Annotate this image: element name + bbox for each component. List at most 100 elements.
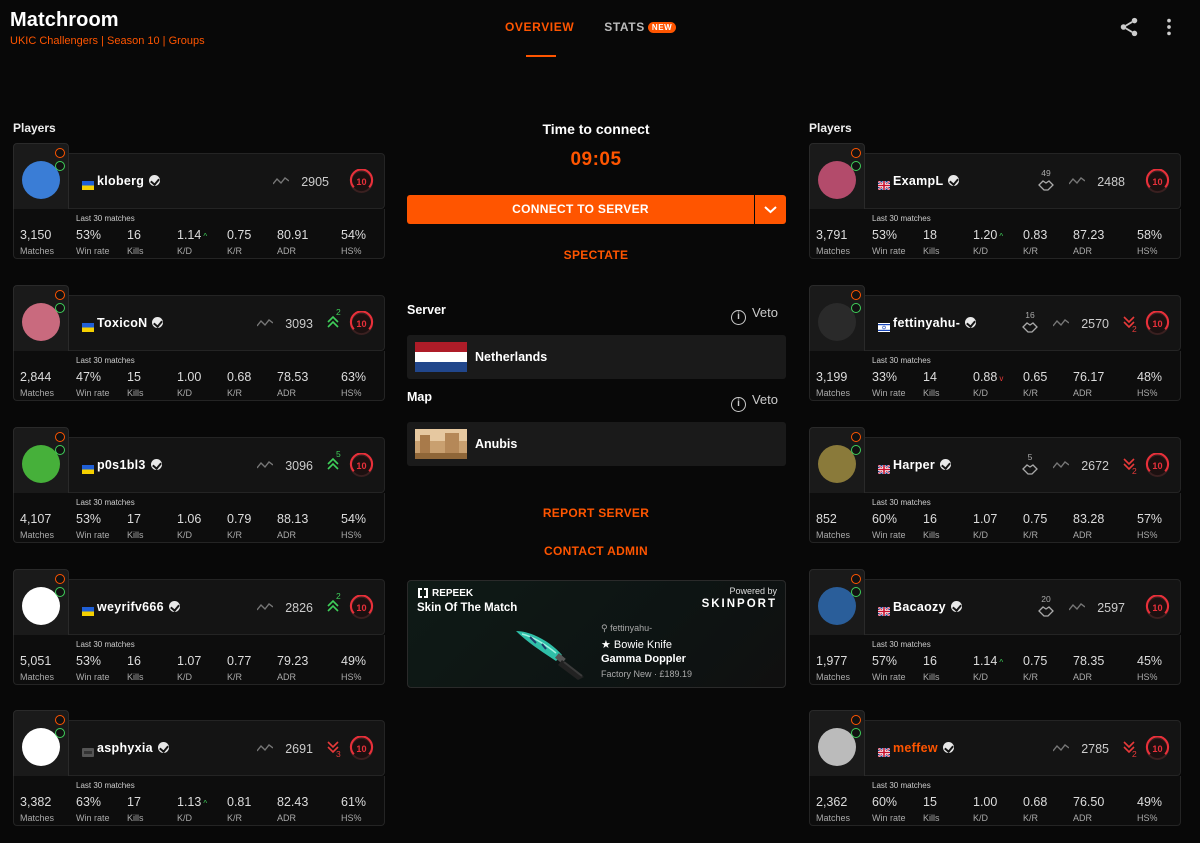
skin-of-the-match-card[interactable]: REPEEK Skin Of The Match Powered by SKIN… <box>407 580 786 688</box>
map-label: Map <box>407 390 432 404</box>
spectate-button[interactable]: SPECTATE <box>407 248 785 262</box>
stat-hs: 49% HS% <box>341 654 367 682</box>
player-card[interactable]: meffew 2 2785 10 Last 30 matches 2,362 Ma… <box>809 708 1181 826</box>
stat-matches: 3,199 Matches <box>816 370 851 398</box>
verified-icon <box>942 742 954 753</box>
tab-stats[interactable]: STATS NEW <box>604 20 677 58</box>
player-name[interactable]: p0s1bl3 <box>97 458 162 472</box>
player-name[interactable]: asphyxia <box>97 741 169 755</box>
stat-kd: 1.00 K/D <box>973 795 998 823</box>
player-summary[interactable]: ExampL 49 2488 10 <box>865 153 1181 209</box>
stat-winrate: 60% Win rate <box>872 512 906 540</box>
contact-admin-button[interactable]: CONTACT ADMIN <box>407 544 785 558</box>
elo-trend-icon <box>257 319 273 327</box>
server-box: Netherlands <box>407 335 786 379</box>
player-stats-panel: Last 30 matches 852 Matches 60% Win rate 1… <box>809 493 1181 543</box>
skill-level-icon: 10 <box>349 311 374 336</box>
handshake-icon <box>1022 322 1038 333</box>
share-icon[interactable] <box>1118 16 1140 38</box>
player-card[interactable]: weyrifv666 2 2826 10 Last 30 matches 5,0… <box>13 567 385 685</box>
left-team-label: Players <box>13 121 56 135</box>
elo-loss-indicator: 2 <box>1123 735 1137 759</box>
breadcrumb[interactable]: UKIC Challengers | Season 10 | Groups <box>10 35 205 47</box>
player-summary[interactable]: p0s1bl3 5 3096 10 <box>69 437 385 493</box>
promo-item-meta: Factory New · £189.19 <box>601 669 693 679</box>
last-30-label: Last 30 matches <box>76 214 135 223</box>
player-summary[interactable]: fettinyahu- 2 16 2570 10 <box>865 295 1181 351</box>
player-name[interactable]: ExampL <box>893 174 960 188</box>
country-flag-icon <box>82 461 94 474</box>
player-name[interactable]: weyrifv666 <box>97 600 180 614</box>
bowie-knife-icon <box>516 631 584 680</box>
stat-adr: 76.17 ADR <box>1073 370 1105 398</box>
svg-text:10: 10 <box>356 319 366 329</box>
more-vertical-icon[interactable] <box>1158 16 1180 38</box>
stat-kills: 16 Kills <box>127 654 144 682</box>
player-name[interactable]: meffew <box>893 741 954 755</box>
rank-badge-icon <box>55 574 65 584</box>
stat-kd: 1.13 ^ K/D <box>177 795 208 823</box>
player-name[interactable]: kloberg <box>97 174 161 188</box>
rank-badge-icon <box>851 290 861 300</box>
elo-value: 3093 <box>285 317 313 331</box>
player-stats-panel: Last 30 matches 3,382 Matches 63% Win rate… <box>13 776 385 826</box>
last-30-label: Last 30 matches <box>76 356 135 365</box>
connect-timer: 09:05 <box>570 149 622 170</box>
stat-kr: 0.83 K/R <box>1023 228 1048 256</box>
stat-hs: 49% HS% <box>1137 795 1163 823</box>
elo-gain-indicator: 5 <box>327 449 341 474</box>
player-stats-panel: Last 30 matches 5,051 Matches 53% Win rate… <box>13 635 385 685</box>
player-card[interactable]: ToxicoN 2 3093 10 Last 30 matches 2,844 M… <box>13 283 385 401</box>
elo-value: 2672 <box>1081 459 1109 473</box>
stat-kr: 0.75 K/R <box>1023 512 1048 540</box>
player-card[interactable]: fettinyahu- 2 16 2570 10 Last 30 matches … <box>809 283 1181 401</box>
last-30-label: Last 30 matches <box>872 356 931 365</box>
stat-hs: 57% HS% <box>1137 512 1163 540</box>
player-summary[interactable]: Harper 2 5 2672 10 <box>865 437 1181 493</box>
report-server-button[interactable]: REPORT SERVER <box>407 506 785 520</box>
country-flag-icon <box>82 744 94 757</box>
player-summary[interactable]: kloberg 2905 10 <box>69 153 385 209</box>
player-summary[interactable]: meffew 2 2785 10 <box>865 720 1181 776</box>
player-card[interactable]: ExampL 49 2488 10 Last 30 matches 3,791 M… <box>809 141 1181 259</box>
stat-kr: 0.68 K/R <box>227 370 252 398</box>
tab-overview[interactable]: OVERVIEW <box>505 20 574 58</box>
server-veto-button[interactable]: i Veto <box>730 305 778 325</box>
skill-level-icon: 10 <box>1145 595 1170 620</box>
stat-kd: 1.20 ^ K/D <box>973 228 1004 256</box>
player-card[interactable]: p0s1bl3 5 3096 10 Last 30 matches 4,107 M… <box>13 425 385 543</box>
rank-badge-icon <box>851 432 861 442</box>
player-summary[interactable]: ToxicoN 2 3093 10 <box>69 295 385 351</box>
map-veto-button[interactable]: i Veto <box>730 392 778 412</box>
anticheat-shield-icon <box>851 728 861 738</box>
stat-matches: 3,791 Matches <box>816 228 851 256</box>
stat-kd: 1.14 ^ K/D <box>177 228 208 256</box>
anticheat-shield-icon <box>851 303 861 313</box>
player-name[interactable]: Harper <box>893 458 952 472</box>
player-card[interactable]: kloberg 2905 10 Last 30 matches 3,150 Mat… <box>13 141 385 259</box>
stat-winrate: 53% Win rate <box>872 228 906 256</box>
player-summary[interactable]: Bacaozy 20 2597 10 <box>865 579 1181 635</box>
player-name[interactable]: Bacaozy <box>893 600 962 614</box>
svg-text:10: 10 <box>1152 177 1162 187</box>
connect-options-dropdown[interactable] <box>755 195 786 224</box>
stat-hs: 48% HS% <box>1137 370 1163 398</box>
player-stats-panel: Last 30 matches 2,362 Matches 60% Win rate… <box>809 776 1181 826</box>
player-stats-panel: Last 30 matches 4,107 Matches 53% Win rate… <box>13 493 385 543</box>
player-card[interactable]: Harper 2 5 2672 10 Last 30 matches 852 Mat… <box>809 425 1181 543</box>
player-card[interactable]: asphyxia 3 2691 10 Last 30 matches 3,382… <box>13 708 385 826</box>
player-name[interactable]: ToxicoN <box>97 316 164 330</box>
stat-winrate: 53% Win rate <box>76 512 110 540</box>
stat-kills: 16 Kills <box>923 512 940 540</box>
stat-kd: 1.06 K/D <box>177 512 202 540</box>
promo-item-name: ★ Bowie Knife <box>601 639 673 651</box>
player-summary[interactable]: asphyxia 3 2691 10 <box>69 720 385 776</box>
stat-kd: 1.07 K/D <box>973 512 998 540</box>
connect-to-server-button[interactable]: CONNECT TO SERVER <box>407 195 754 224</box>
stat-kr: 0.77 K/R <box>227 654 252 682</box>
country-flag-icon <box>877 744 891 758</box>
player-summary[interactable]: weyrifv666 2 2826 10 <box>69 579 385 635</box>
player-card[interactable]: Bacaozy 20 2597 10 Last 30 matches 1,977… <box>809 567 1181 685</box>
player-name[interactable]: fettinyahu- <box>893 316 977 330</box>
anubis-map-thumbnail <box>415 429 467 459</box>
